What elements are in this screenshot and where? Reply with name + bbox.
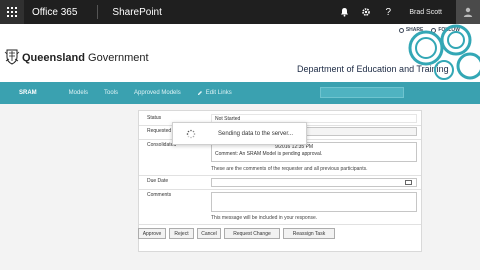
spinner-icon (186, 129, 196, 139)
consolidated-comments-box: 9/2016 12:35 PM Comment: An SRAM Model i… (211, 142, 417, 162)
brand-label[interactable]: Office 365 (32, 7, 77, 18)
row-divider (139, 189, 421, 190)
search-input[interactable] (320, 87, 404, 98)
comments-label: Comments (147, 192, 172, 198)
nav-item-models[interactable]: Models (69, 90, 88, 96)
avatar-icon[interactable] (456, 0, 480, 24)
nav-item-tools[interactable]: Tools (104, 90, 118, 96)
decorative-swirls (408, 24, 480, 80)
row-divider (139, 224, 421, 225)
waffle-icon[interactable] (0, 0, 24, 24)
modal-message: Sending data to the server... (218, 131, 294, 137)
bell-icon[interactable] (333, 0, 355, 24)
response-hint: This message will be included in your re… (211, 215, 318, 221)
comment-text: Comment: An SRAM Model is pending approv… (215, 151, 323, 157)
processing-dialog: Sending data to the server... (172, 122, 307, 145)
reject-button[interactable]: Reject (169, 228, 194, 239)
pencil-icon (197, 91, 202, 95)
calendar-icon[interactable] (405, 180, 412, 185)
cancel-button[interactable]: Cancel (197, 228, 221, 239)
comments-textarea[interactable] (211, 192, 417, 212)
org-name: Queensland Government (22, 52, 149, 64)
row-divider (139, 175, 421, 176)
approve-button[interactable]: Approve (138, 228, 166, 239)
gear-icon[interactable] (355, 0, 377, 24)
sharepoint-page: Office 365 SharePoint ? Brad Scott SHARE… (0, 0, 480, 270)
crest-logo (4, 49, 20, 65)
due-date-label: Due Date (147, 178, 169, 184)
suite-divider (97, 5, 99, 19)
app-name[interactable]: SharePoint (112, 7, 161, 18)
suite-bar: Office 365 SharePoint ? Brad Scott (0, 0, 480, 24)
requested-label: Requested (147, 128, 172, 134)
status-label: Status (147, 115, 162, 121)
top-nav: SRAM Models Tools Approved Models Edit L… (0, 82, 480, 104)
due-date-input[interactable] (211, 178, 417, 187)
user-name[interactable]: Brad Scott (409, 9, 442, 16)
edit-links-button[interactable]: Edit Links (197, 90, 232, 96)
suite-bar-actions: ? Brad Scott (333, 0, 480, 24)
help-icon[interactable]: ? (377, 0, 399, 24)
nav-item-approved-models[interactable]: Approved Models (134, 90, 181, 96)
site-header: SHARE FOLLOW Queensland Government Depar… (0, 24, 480, 82)
reassign-task-button[interactable]: Reassign Task (283, 228, 335, 239)
comments-hint: These are the comments of the requester … (211, 166, 368, 172)
comment-timestamp: 9/2016 12:35 PM (275, 144, 314, 150)
nav-item-sram[interactable]: SRAM (19, 90, 37, 96)
request-change-button[interactable]: Request Change (224, 228, 280, 239)
